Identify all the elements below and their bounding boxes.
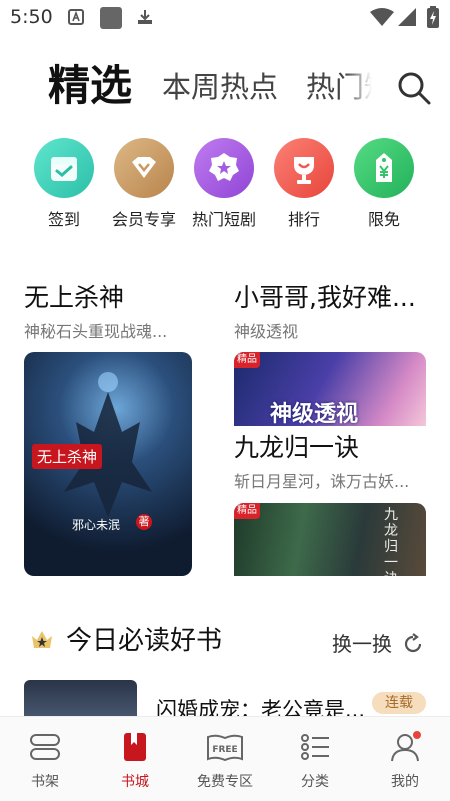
- cover-title-text: 九龙归一诀: [384, 507, 398, 576]
- book-cover-right-top[interactable]: 精品 神级透视: [234, 352, 426, 426]
- bottom-nav: 书架 书城 FREE 免费专区 分类 我的: [0, 716, 450, 801]
- search-icon[interactable]: [396, 70, 432, 106]
- quick-entry-label: 热门短剧: [191, 210, 256, 229]
- book-subtitle-left: 神秘石头重现战魂...: [24, 322, 168, 341]
- quick-entry-label: 会员专享: [111, 210, 176, 229]
- premium-badge: 精品: [234, 503, 260, 519]
- book-cover-left[interactable]: 无上杀神 邪心未泯 著: [24, 352, 192, 576]
- book-title-left[interactable]: 无上杀神: [24, 278, 204, 314]
- book-title-right-bottom[interactable]: 九龙归一诀: [234, 428, 430, 464]
- nav-label: 我的: [391, 774, 419, 790]
- cover-author-tag: 著: [136, 514, 152, 530]
- quick-entry-short-drama[interactable]: 热门短剧: [184, 138, 264, 230]
- status-bar: 5:50: [0, 0, 450, 36]
- crown-star-icon: [32, 631, 52, 648]
- yuan-tag-icon: [354, 138, 414, 198]
- battery-icon: [427, 6, 439, 28]
- category-list-icon: [301, 734, 329, 760]
- premium-badge: 精品: [234, 352, 260, 368]
- book-title-right-top[interactable]: 小哥哥,我好难...: [234, 278, 430, 314]
- cell-signal-icon: [398, 8, 416, 26]
- cover-title-tag: 无上杀神: [32, 444, 103, 469]
- quick-entry-vip[interactable]: 会员专享: [104, 138, 184, 230]
- section-title: 今日必读好书: [66, 626, 223, 656]
- quick-entry-ranking[interactable]: 排行: [264, 138, 344, 230]
- status-badge: 连载: [372, 692, 426, 714]
- nav-bookshelf[interactable]: 书架: [5, 731, 85, 791]
- tab-weekly-hot[interactable]: 本周热点: [162, 64, 278, 106]
- quick-entry-free[interactable]: 限免: [344, 138, 424, 230]
- list-item-cover: [24, 680, 137, 720]
- cover-author: 邪心未泯: [72, 518, 121, 532]
- free-book-icon: FREE: [207, 734, 243, 762]
- notification-dot: [413, 731, 421, 739]
- quick-entry-label: 限免: [367, 210, 400, 229]
- star-badge-icon: [194, 138, 254, 198]
- refresh-button[interactable]: 换一换: [332, 628, 424, 657]
- nav-category[interactable]: 分类: [275, 731, 355, 791]
- nav-label: 书架: [31, 774, 59, 790]
- nav-label: 免费专区: [197, 774, 253, 790]
- quick-entry-checkin[interactable]: 签到: [24, 138, 104, 230]
- tab-featured[interactable]: 精选: [48, 52, 132, 108]
- book-cover-right-bottom[interactable]: 精品 九龙归一诀: [234, 503, 426, 576]
- text-a-notification-icon: [68, 9, 84, 25]
- nav-bookstore[interactable]: 书城: [95, 731, 175, 791]
- book-subtitle-right-top: 神级透视: [234, 322, 299, 341]
- quick-entry-label: 签到: [47, 210, 80, 229]
- nav-profile[interactable]: 我的: [365, 731, 445, 791]
- book-subtitle-right-bottom: 斩日月星河，诛万古妖...: [234, 472, 410, 491]
- profile-icon: [391, 731, 421, 762]
- square-notification-icon: [100, 7, 122, 29]
- refresh-label: 换一换: [332, 632, 392, 656]
- status-time: 5:50: [10, 6, 53, 28]
- vip-crown-icon: [114, 138, 174, 198]
- nav-label: 分类: [301, 774, 329, 790]
- tab-hot-short[interactable]: 热门短: [306, 64, 372, 106]
- cover-title-text: 神级透视: [270, 402, 359, 426]
- trophy-icon: [274, 138, 334, 198]
- svg-text:FREE: FREE: [212, 745, 237, 755]
- wifi-icon: [370, 8, 394, 26]
- bookstore-icon: [124, 733, 146, 761]
- quick-entry-label: 排行: [287, 210, 320, 229]
- download-notification-icon: [138, 10, 152, 24]
- refresh-icon: [405, 633, 422, 653]
- bookshelf-icon: [30, 734, 60, 760]
- nav-label: 书城: [121, 774, 149, 790]
- top-tab-bar: 精选 本周热点 热门短: [0, 52, 450, 108]
- calendar-check-icon: [34, 138, 94, 198]
- nav-free-zone[interactable]: FREE 免费专区: [185, 731, 265, 791]
